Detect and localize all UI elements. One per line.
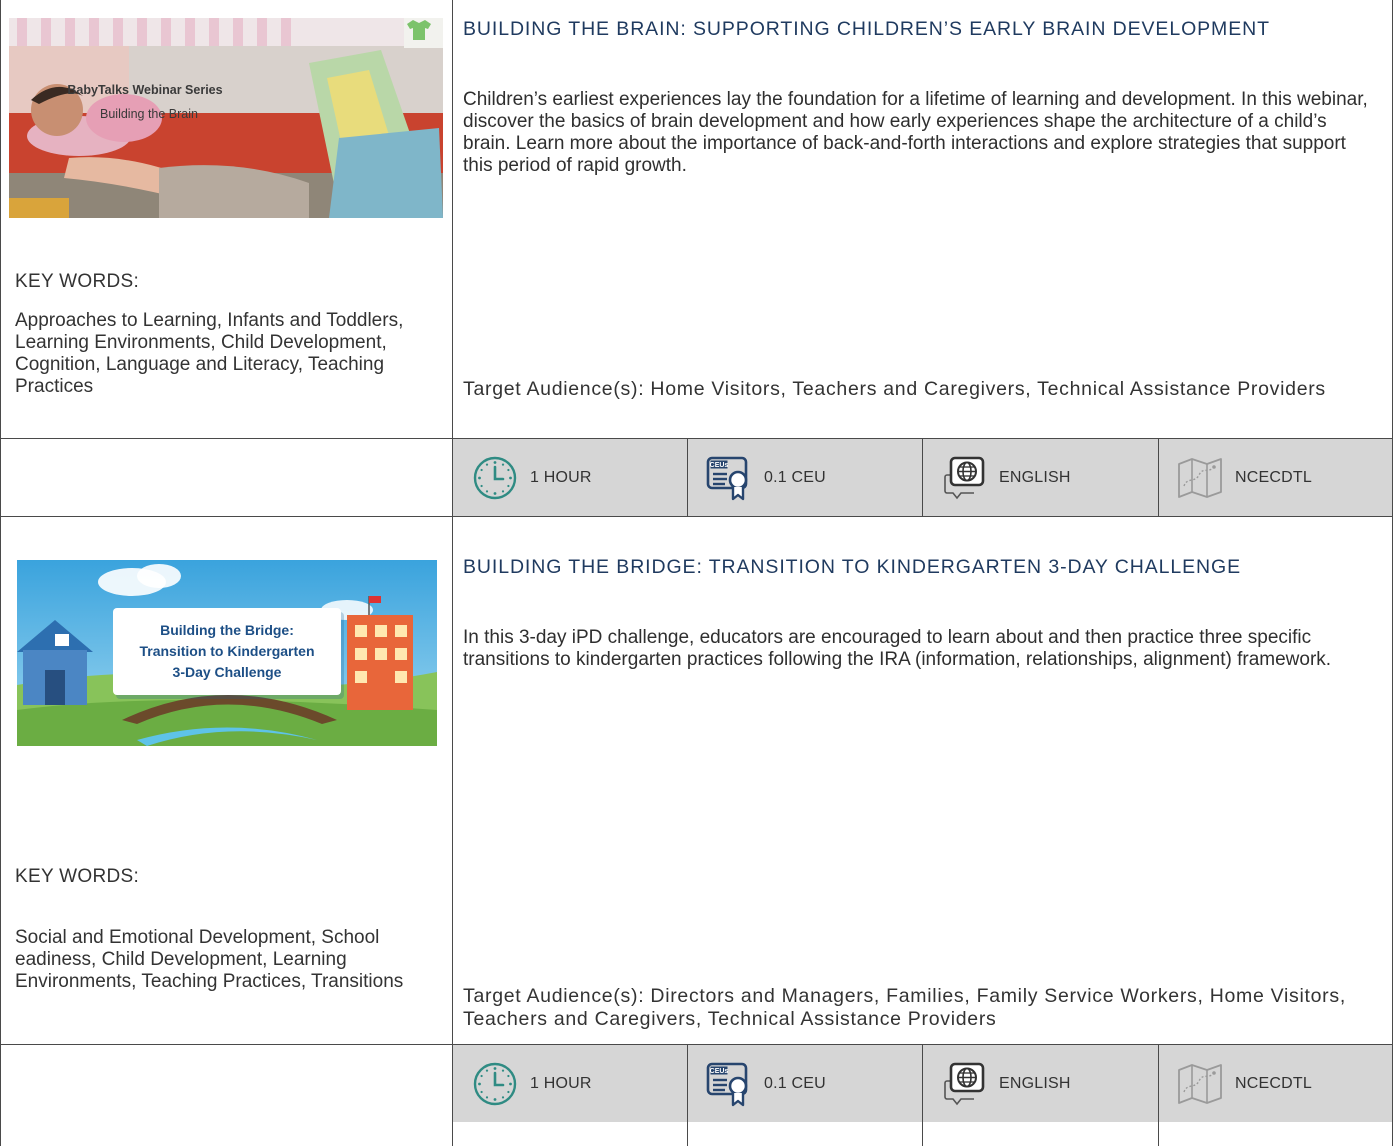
clock-icon — [472, 1061, 518, 1107]
course-description: In this 3-day iPD challenge, educators a… — [463, 627, 1332, 670]
ceu-text: 0.1 CEU — [764, 468, 826, 486]
meta-divider — [922, 1045, 923, 1146]
thumbnail-title-line3: 3-Day Challenge — [173, 664, 282, 680]
course-title[interactable]: BUILDING THE BRIDGE: TRANSITION TO KINDE… — [463, 556, 1241, 579]
thumbnail-title-line2: Building the Brain — [100, 107, 198, 121]
column-divider — [452, 0, 453, 1146]
course-catalog: BabyTalks Webinar Series Building the Br… — [0, 0, 1393, 1146]
clock-icon — [472, 455, 518, 501]
keywords-list: Approaches to Learning, Infants and Todd… — [15, 310, 404, 397]
duration-meta: 1 HOUR — [453, 439, 687, 516]
course-thumbnail[interactable]: Building the Bridge: Transition to Kinde… — [17, 560, 437, 746]
provider-text: NCECDTL — [1235, 468, 1312, 486]
duration-meta: 1 HOUR — [453, 1045, 687, 1122]
map-icon — [1177, 1061, 1223, 1107]
meta-divider — [1158, 1045, 1159, 1146]
keywords-list: Social and Emotional Development, School… — [15, 927, 404, 992]
keywords-label: KEY WORDS: — [15, 271, 140, 292]
ceu-badge-text: CEUs — [710, 1068, 729, 1075]
target-audience: Target Audience(s): Directors and Manage… — [463, 985, 1346, 1030]
ceu-badge-text: CEUs — [710, 462, 729, 469]
course-title[interactable]: BUILDING THE BRAIN: SUPPORTING CHILDREN’… — [463, 18, 1270, 41]
globe-speech-icon — [941, 1061, 987, 1107]
provider-text: NCECDTL — [1235, 1074, 1312, 1092]
map-icon — [1177, 455, 1223, 501]
ceu-meta: CEUs 0.1 CEU — [687, 439, 922, 516]
ceu-meta: CEUs 0.1 CEU — [687, 1045, 922, 1122]
globe-speech-icon — [941, 455, 987, 501]
meta-divider — [687, 1045, 688, 1146]
thumbnail-title-line2: Transition to Kindergarten — [139, 643, 314, 659]
duration-text: 1 HOUR — [530, 1074, 592, 1092]
provider-meta: NCECDTL — [1158, 439, 1392, 516]
course-thumbnail[interactable]: BabyTalks Webinar Series Building the Br… — [9, 18, 443, 218]
target-audience: Target Audience(s): Home Visitors, Teach… — [463, 378, 1326, 400]
meta-divider — [1158, 439, 1159, 516]
ceu-certificate-icon: CEUs — [706, 455, 752, 501]
provider-meta: NCECDTL — [1158, 1045, 1392, 1122]
course-thumbnail-image: BabyTalks Webinar Series Building the Br… — [9, 18, 443, 218]
thumbnail-title-line1: Building the Bridge: — [160, 622, 294, 638]
language-text: ENGLISH — [999, 468, 1071, 486]
language-meta: ENGLISH — [922, 439, 1158, 516]
language-meta: ENGLISH — [922, 1045, 1158, 1122]
meta-divider — [687, 439, 688, 516]
keywords-label: KEY WORDS: — [15, 866, 140, 887]
language-text: ENGLISH — [999, 1074, 1071, 1092]
duration-text: 1 HOUR — [530, 468, 592, 486]
row-divider — [1, 516, 1392, 517]
course-description: Children’s earliest experiences lay the … — [463, 89, 1368, 176]
ceu-certificate-icon: CEUs — [706, 1061, 752, 1107]
thumbnail-title-line1: BabyTalks Webinar Series — [67, 83, 222, 97]
ceu-text: 0.1 CEU — [764, 1074, 826, 1092]
meta-divider — [922, 439, 923, 516]
course-thumbnail-image: Building the Bridge: Transition to Kinde… — [17, 560, 437, 746]
